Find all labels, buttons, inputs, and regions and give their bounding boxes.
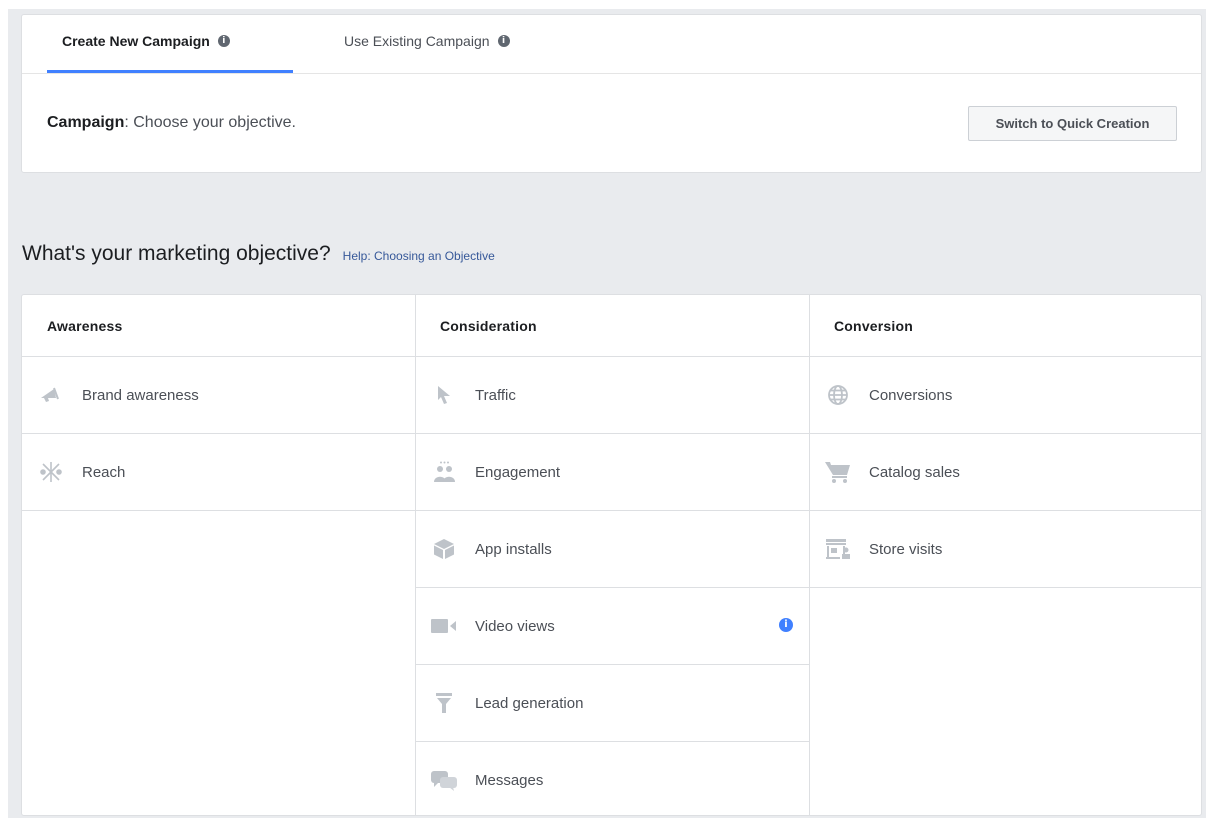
info-icon[interactable]: i bbox=[779, 618, 793, 632]
objective-lead-generation[interactable]: Lead generation bbox=[415, 665, 809, 742]
tab-existing-label: Use Existing Campaign bbox=[344, 33, 490, 49]
objective-catalog-sales[interactable]: Catalog sales bbox=[809, 434, 1201, 511]
consideration-header: Consideration bbox=[415, 295, 809, 357]
box-icon bbox=[431, 537, 457, 561]
megaphone-icon bbox=[38, 383, 64, 407]
objective-title: What's your marketing objective? bbox=[22, 242, 331, 265]
objective-traffic[interactable]: Traffic bbox=[415, 357, 809, 434]
objective-label: Traffic bbox=[475, 386, 516, 404]
campaign-label: Campaign bbox=[47, 114, 125, 131]
objective-engagement[interactable]: Engagement bbox=[415, 434, 809, 511]
awareness-column: Awareness Brand awareness Reach bbox=[22, 295, 416, 815]
objective-label: Conversions bbox=[869, 386, 953, 404]
objectives-table: Awareness Brand awareness Reach Consider… bbox=[21, 294, 1202, 816]
objective-messages[interactable]: Messages bbox=[415, 742, 809, 815]
info-icon[interactable]: i bbox=[497, 35, 510, 47]
objective-label: App installs bbox=[475, 540, 552, 558]
video-camera-icon bbox=[431, 614, 457, 638]
objective-heading: What's your marketing objective? Help: C… bbox=[22, 242, 495, 266]
objective-label: Reach bbox=[82, 463, 126, 481]
active-tab-indicator bbox=[47, 70, 293, 73]
tab-use-existing-campaign[interactable]: Use Existing Campaign i bbox=[344, 33, 510, 73]
shopping-cart-icon bbox=[825, 460, 851, 484]
campaign-text: : Choose your objective. bbox=[124, 114, 296, 131]
objective-reach[interactable]: Reach bbox=[22, 434, 415, 511]
objective-app-installs[interactable]: App installs bbox=[415, 511, 809, 588]
info-icon[interactable]: i bbox=[217, 35, 230, 47]
campaign-objective-prompt: Campaign: Choose your objective. bbox=[47, 114, 296, 132]
objective-video-views[interactable]: Video views i bbox=[415, 588, 809, 665]
tab-create-label: Create New Campaign bbox=[62, 33, 210, 49]
objective-label: Store visits bbox=[869, 540, 943, 558]
chat-bubbles-icon bbox=[431, 769, 457, 793]
objective-label: Brand awareness bbox=[82, 386, 199, 404]
funnel-icon bbox=[431, 691, 457, 715]
objective-label: Video views bbox=[475, 617, 555, 635]
campaign-header-card: Create New Campaign i Use Existing Campa… bbox=[21, 14, 1202, 173]
people-icon bbox=[431, 460, 457, 484]
reach-asterisk-icon bbox=[38, 460, 64, 484]
objective-label: Lead generation bbox=[475, 694, 584, 712]
consideration-column: Consideration Traffic Engagement App ins… bbox=[415, 295, 810, 815]
awareness-header: Awareness bbox=[22, 295, 415, 357]
storefront-icon bbox=[825, 537, 851, 561]
objective-conversions[interactable]: Conversions bbox=[809, 357, 1201, 434]
conversion-column: Conversion Conversions Catalog sales Sto… bbox=[809, 295, 1201, 815]
objective-brand-awareness[interactable]: Brand awareness bbox=[22, 357, 415, 434]
objective-store-visits[interactable]: Store visits bbox=[809, 511, 1201, 588]
switch-to-quick-creation-button[interactable]: Switch to Quick Creation bbox=[968, 106, 1177, 141]
conversion-header: Conversion bbox=[809, 295, 1201, 357]
help-choosing-objective-link[interactable]: Help: Choosing an Objective bbox=[343, 249, 495, 263]
campaign-tabs: Create New Campaign i Use Existing Campa… bbox=[22, 15, 1201, 74]
objective-label: Messages bbox=[475, 772, 544, 789]
objective-label: Engagement bbox=[475, 463, 561, 481]
globe-icon bbox=[825, 383, 851, 407]
objective-label: Catalog sales bbox=[869, 463, 960, 481]
tab-create-new-campaign[interactable]: Create New Campaign i bbox=[62, 33, 230, 73]
cursor-icon bbox=[431, 383, 457, 407]
